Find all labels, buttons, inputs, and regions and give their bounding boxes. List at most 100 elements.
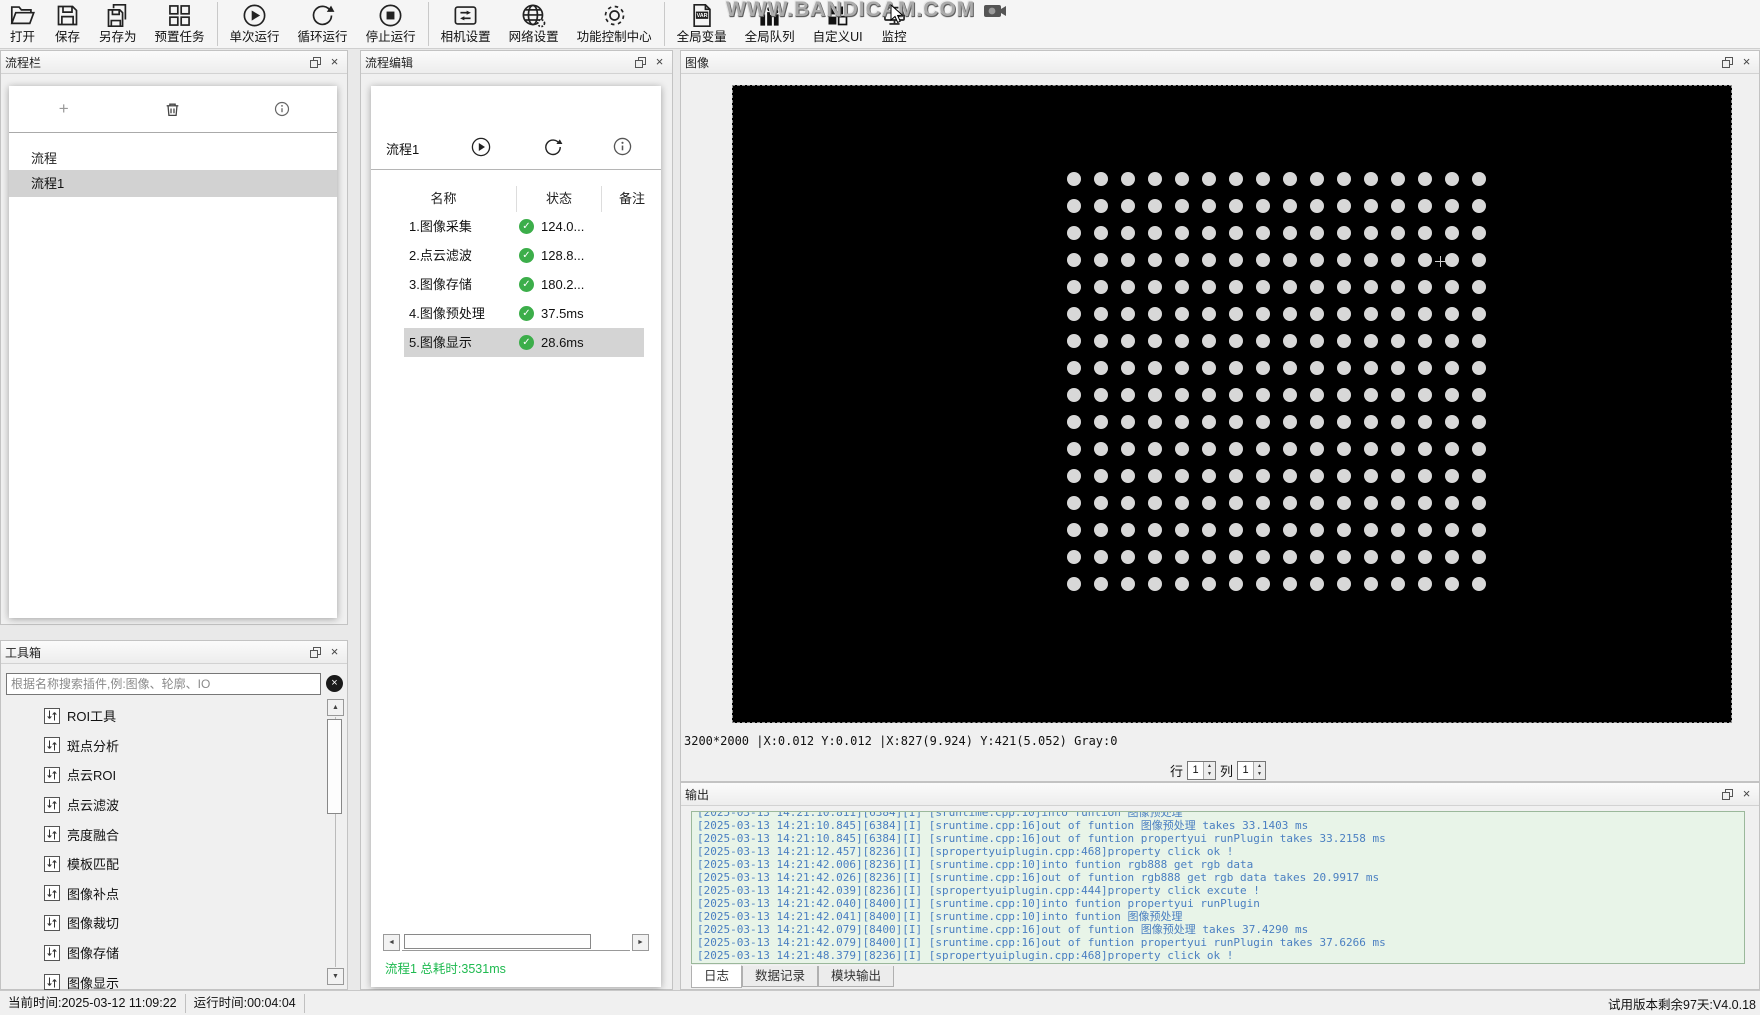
close-panel-icon[interactable]: ×	[1738, 786, 1755, 802]
toolbox-item[interactable]: 斑点分析	[1, 731, 327, 761]
calibration-dot	[1472, 226, 1486, 240]
plugin-search-input[interactable]	[6, 673, 321, 695]
output-panel-title: 输出	[685, 787, 710, 802]
toolbox-item[interactable]: 图像裁切	[1, 908, 327, 938]
image-panel-title: 图像	[685, 55, 710, 70]
output-tab-数据记录[interactable]: 数据记录	[742, 966, 819, 987]
hscroll-track[interactable]	[402, 934, 630, 951]
step-name: 5.图像显示	[409, 335, 472, 350]
toolbar-button-monitor[interactable]: 监控	[872, 0, 917, 48]
float-panel-icon[interactable]	[307, 644, 324, 660]
calibration-dot	[1472, 469, 1486, 483]
toolbox-item[interactable]: ROI工具	[1, 701, 327, 731]
col-spin-up-icon[interactable]: ▲	[1254, 761, 1266, 770]
toolbox-item[interactable]: 图像补点	[1, 879, 327, 909]
row-spin-down-icon[interactable]: ▼	[1204, 770, 1215, 779]
flow-info-icon[interactable]	[613, 137, 633, 157]
delete-flow-button[interactable]	[160, 96, 186, 122]
run-flow-icon[interactable]	[471, 137, 491, 157]
float-panel-icon[interactable]	[1719, 786, 1736, 802]
step-row[interactable]: 3.图像存储 ✓ 180.2...	[404, 270, 644, 299]
toolbox-item[interactable]: 点云滤波	[1, 790, 327, 820]
row-spin-up-icon[interactable]: ▲	[1204, 761, 1215, 770]
toolbox-vscrollbar[interactable]: ▲ ▼	[327, 699, 344, 985]
calibration-dot	[1472, 442, 1486, 456]
flow-editor-hscrollbar[interactable]: ◄ ►	[383, 934, 649, 951]
log-line: [2025-03-13 14:21:42.040][8400][I] [srun…	[697, 897, 1260, 910]
toolbox-item[interactable]: 点云ROI	[1, 760, 327, 790]
calibration-dot	[1229, 469, 1243, 483]
toolbar-button-open-folder[interactable]: 打开	[0, 0, 45, 48]
calibration-dot	[1148, 523, 1162, 537]
output-tab-模块输出[interactable]: 模块输出	[818, 966, 895, 987]
flow-info-button[interactable]	[269, 96, 295, 122]
close-panel-icon[interactable]: ×	[1738, 54, 1755, 70]
col-spin-down-icon[interactable]: ▼	[1254, 770, 1266, 779]
toolbar-button-run-once[interactable]: 单次运行	[221, 0, 289, 48]
toolbox-titlebar: 工具箱 ×	[1, 641, 347, 664]
calibration-dot	[1472, 199, 1486, 213]
scroll-up-icon[interactable]: ▲	[327, 699, 344, 716]
row-spinner[interactable]: 1 ▲ ▼	[1187, 760, 1216, 780]
toolbox-item-label: 图像裁切	[67, 916, 120, 932]
toolbar-button-save[interactable]: 保存	[45, 0, 90, 48]
add-flow-button[interactable]: +	[51, 96, 77, 122]
refresh-flow-icon[interactable]	[543, 137, 563, 157]
scroll-down-icon[interactable]: ▼	[327, 968, 344, 985]
calibration-dot	[1472, 496, 1486, 510]
flow-item[interactable]: 流程1	[9, 170, 337, 197]
toolbar-button-global-variables[interactable]: VAR 全局变量	[668, 0, 736, 48]
calibration-dot	[1202, 577, 1216, 591]
calibration-dot	[1256, 415, 1270, 429]
toolbar-button-function-control-center[interactable]: 功能控制中心	[568, 0, 661, 48]
toolbar-button-custom-ui[interactable]: 自定义UI	[804, 0, 872, 48]
toolbar-button-stop-run[interactable]: 停止运行	[357, 0, 425, 48]
float-panel-icon[interactable]	[307, 54, 324, 70]
toolbox-item-label: 亮度融合	[67, 827, 120, 843]
calibration-dot	[1337, 280, 1351, 294]
calibration-dot	[1229, 280, 1243, 294]
output-tab-日志[interactable]: 日志	[691, 965, 743, 988]
toolbar-button-camera-settings[interactable]: 相机设置	[432, 0, 500, 48]
vscroll-thumb[interactable]	[327, 719, 342, 814]
step-row[interactable]: 1.图像采集 ✓ 124.0...	[404, 212, 644, 241]
float-panel-icon[interactable]	[632, 54, 649, 70]
calibration-dot	[1202, 442, 1216, 456]
close-panel-icon[interactable]: ×	[326, 644, 343, 660]
calibration-dot	[1472, 415, 1486, 429]
col-spinner[interactable]: 1 ▲ ▼	[1237, 760, 1267, 780]
col-label: 列	[1220, 763, 1234, 779]
toolbox-item[interactable]: 图像存储	[1, 938, 327, 968]
toolbar-button-global-queue[interactable]: 全局队列	[736, 0, 804, 48]
image-viewport[interactable]	[732, 85, 1732, 723]
flow-editor-title: 流程编辑	[365, 55, 414, 70]
calibration-dot	[1472, 280, 1486, 294]
toolbar-button-save-as[interactable]: 另存为	[90, 0, 146, 48]
toolbar-button-preset-tasks[interactable]: 预置任务	[146, 0, 214, 48]
toolbox-item[interactable]: 模板匹配	[1, 849, 327, 879]
hscroll-thumb[interactable]	[404, 934, 591, 949]
calibration-dot	[1175, 550, 1189, 564]
toolbar-button-network-settings[interactable]: 网络设置	[500, 0, 568, 48]
calibration-dot	[1283, 496, 1297, 510]
toolbar-button-loop-run[interactable]: 循环运行	[289, 0, 357, 48]
calibration-dot	[1472, 550, 1486, 564]
close-panel-icon[interactable]: ×	[326, 54, 343, 70]
step-row[interactable]: 2.点云滤波 ✓ 128.8...	[404, 241, 644, 270]
step-row[interactable]: 4.图像预处理 ✓ 37.5ms	[404, 299, 644, 328]
calibration-dot	[1283, 172, 1297, 186]
step-row[interactable]: 5.图像显示 ✓ 28.6ms	[404, 328, 644, 357]
svg-text:VAR: VAR	[697, 13, 708, 19]
calibration-dot	[1364, 442, 1378, 456]
float-panel-icon[interactable]	[1719, 54, 1736, 70]
toolbox-item[interactable]: 亮度融合	[1, 819, 327, 849]
log-viewer[interactable]: [2025-03-13 14:21:10.811][6384][I] [srun…	[691, 811, 1745, 964]
function-control-center-icon	[601, 1, 628, 30]
scroll-right-icon[interactable]: ►	[632, 934, 649, 951]
clear-search-icon[interactable]: ×	[326, 675, 343, 692]
flow-editor-titlebar: 流程编辑 ×	[361, 51, 672, 74]
scroll-left-icon[interactable]: ◄	[383, 934, 400, 951]
close-panel-icon[interactable]: ×	[651, 54, 668, 70]
calibration-dot	[1256, 577, 1270, 591]
column-status: 状态	[517, 186, 602, 212]
